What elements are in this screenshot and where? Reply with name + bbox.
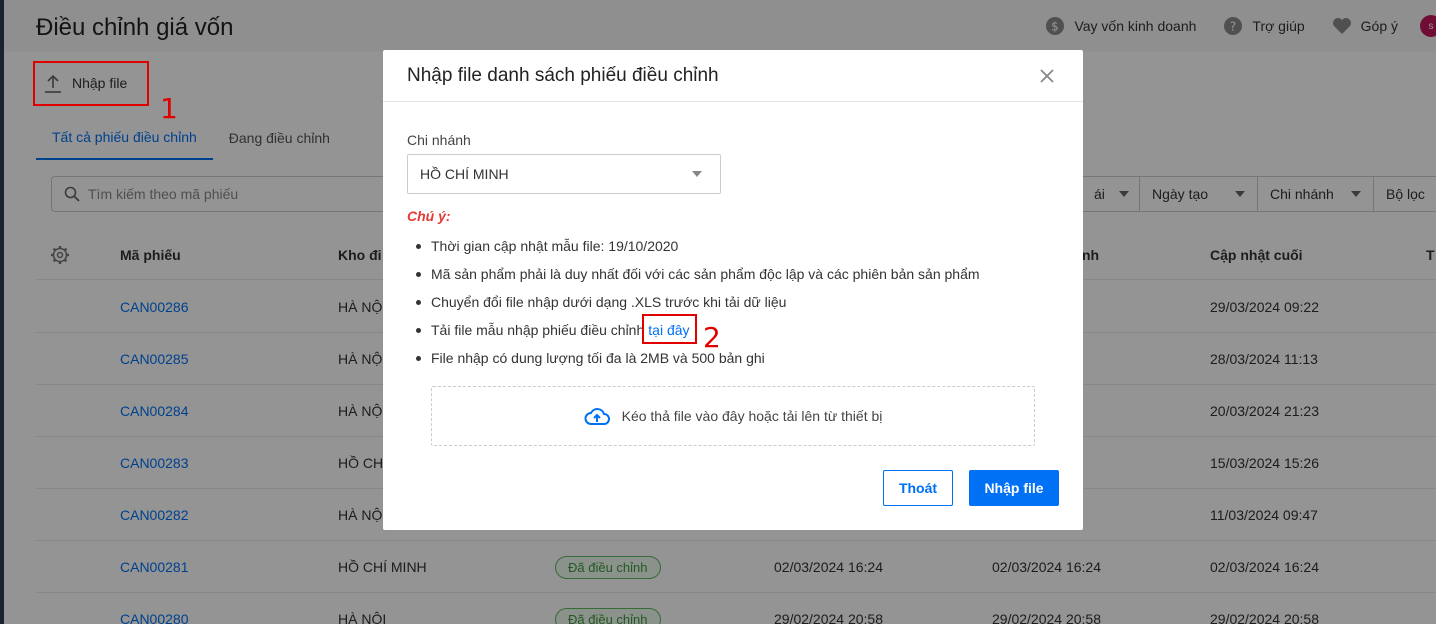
note-text: Tải file mẫu nhập phiếu điều chỉnh	[431, 322, 645, 338]
note-text: Thời gian cập nhật mẫu file: 19/10/2020	[431, 238, 679, 254]
annotation-number-2: 2	[703, 321, 721, 354]
annotation-box-1	[33, 61, 149, 106]
note-text: Chuyển đổi file nhập dưới dạng .XLS trướ…	[431, 294, 787, 310]
note-item: File nhập có dung lượng tối đa là 2MB và…	[407, 344, 980, 372]
branch-select[interactable]: HỒ CHÍ MINH	[407, 154, 721, 194]
import-modal: Nhập file danh sách phiếu điều chỉnh Chi…	[383, 50, 1083, 530]
note-item: Thời gian cập nhật mẫu file: 19/10/2020	[407, 232, 980, 260]
annotation-box-2	[642, 314, 697, 344]
dropzone-text: Kéo thả file vào đây hoặc tải lên từ thi…	[621, 408, 883, 424]
cloud-upload-icon	[584, 406, 610, 426]
modal-header: Nhập file danh sách phiếu điều chỉnh	[383, 50, 1083, 102]
branch-value: HỒ CHÍ MINH	[420, 166, 509, 182]
close-icon[interactable]	[1037, 66, 1057, 86]
chevron-down-icon	[692, 171, 702, 177]
note-text: Mã sản phẩm phải là duy nhất đối với các…	[431, 266, 980, 282]
note-item: Chuyển đổi file nhập dưới dạng .XLS trướ…	[407, 288, 980, 316]
file-dropzone[interactable]: Kéo thả file vào đây hoặc tải lên từ thi…	[431, 386, 1035, 446]
modal-title: Nhập file danh sách phiếu điều chỉnh	[407, 64, 719, 86]
branch-label: Chi nhánh	[407, 132, 471, 148]
note-item: Mã sản phẩm phải là duy nhất đối với các…	[407, 260, 980, 288]
note-title: Chú ý:	[407, 208, 451, 224]
annotation-number-1: 1	[160, 92, 178, 125]
notes-list: Thời gian cập nhật mẫu file: 19/10/2020 …	[407, 232, 980, 372]
exit-button[interactable]: Thoát	[883, 470, 953, 506]
import-submit-button[interactable]: Nhập file	[969, 470, 1059, 506]
